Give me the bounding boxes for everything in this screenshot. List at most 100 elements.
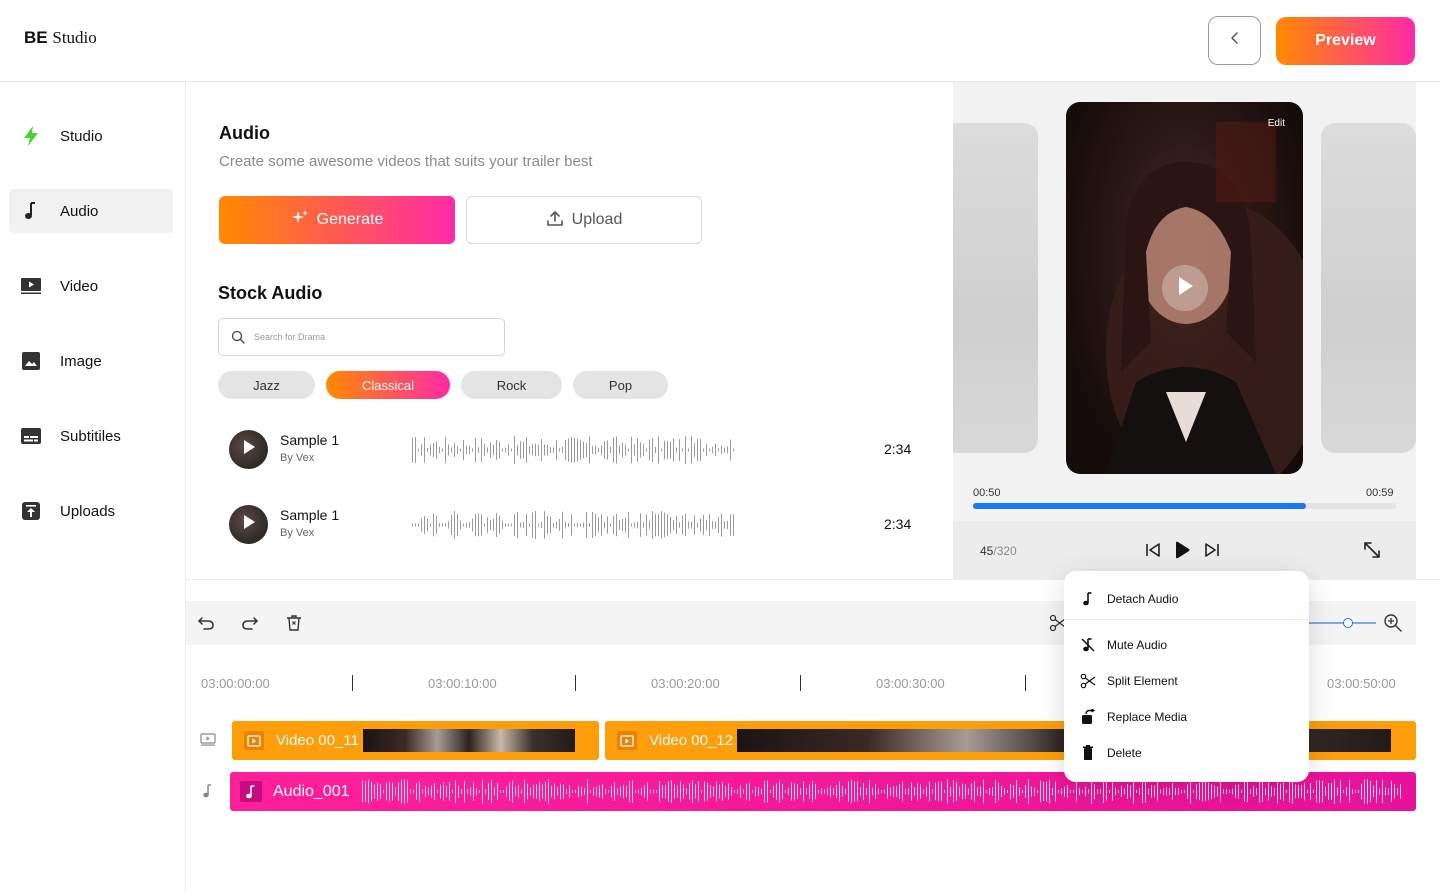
search-icon [231, 330, 245, 344]
sidebar-item-uploads[interactable]: Uploads [9, 489, 173, 533]
prev-frame-card[interactable] [953, 123, 1038, 453]
menu-item-delete[interactable]: Delete [1080, 742, 1142, 764]
ruler-tick [1025, 675, 1026, 691]
clip-label: Audio_001 [273, 783, 350, 800]
clip-label: Video 00_12 [649, 732, 733, 749]
generate-label: Generate [316, 211, 384, 228]
search-input[interactable] [254, 332, 484, 342]
menu-item-split-element[interactable]: Split Element [1080, 670, 1178, 692]
sidebar-item-studio[interactable]: Studio [9, 114, 173, 158]
preview-play-button[interactable] [1162, 265, 1208, 311]
audio-waveform [362, 779, 1401, 804]
menu-item-detach-audio[interactable]: Detach Audio [1080, 588, 1178, 610]
edit-link[interactable]: Edit [1268, 118, 1285, 129]
video-icon [19, 274, 43, 298]
playback-progress-bar[interactable] [973, 503, 1396, 509]
skip-back-icon[interactable] [1144, 541, 1162, 564]
genre-chip-pop[interactable]: Pop [573, 371, 668, 399]
ruler-tick [800, 675, 801, 691]
list-item[interactable]: Sample 1 By Vex 2:34 [229, 428, 929, 472]
video-clip[interactable]: Video 00_11 [232, 721, 599, 760]
sidebar-item-label: Image [60, 352, 102, 370]
track-play-button[interactable] [229, 430, 268, 469]
clip-thumbnail [363, 729, 575, 752]
menu-item-label: Detach Audio [1107, 592, 1179, 606]
back-button[interactable] [1208, 16, 1261, 65]
track-duration: 2:34 [884, 516, 912, 532]
music-note-icon [240, 781, 262, 802]
play-icon [1176, 276, 1194, 301]
menu-divider [1064, 619, 1309, 620]
play-icon[interactable] [1173, 541, 1191, 564]
sidebar-item-audio[interactable]: Audio [9, 189, 173, 233]
trash-icon [1080, 745, 1096, 761]
time-total: 00:59 [1366, 487, 1394, 499]
play-icon [242, 514, 256, 535]
image-icon [19, 349, 43, 373]
upload-icon [546, 209, 564, 232]
zoom-slider-handle[interactable] [1343, 618, 1353, 628]
track-play-button[interactable] [229, 505, 268, 544]
sidebar-item-label: Video [60, 277, 99, 295]
video-icon [617, 731, 637, 750]
top-header: BE Studio Preview [0, 0, 1440, 82]
track-waveform[interactable] [411, 511, 735, 539]
ruler-label: 03:00:10:00 [428, 676, 497, 691]
app-logo[interactable]: BE Studio [24, 28, 97, 48]
upload-icon [19, 499, 43, 523]
play-icon [242, 439, 256, 460]
zoom-slider-track[interactable] [1306, 622, 1376, 624]
sparkle-icon [291, 209, 309, 232]
video-track-icon [199, 731, 217, 749]
sidebar-item-video[interactable]: Video [9, 264, 173, 308]
context-menu: Detach Audio Mute Audio Split Element Re… [1064, 571, 1309, 782]
music-note-icon [19, 199, 43, 223]
track-artist: By Vex [280, 452, 315, 464]
sidebar-item-subtitles[interactable]: Subtitiles [9, 414, 173, 458]
time-current: 00:50 [973, 487, 1001, 499]
list-item[interactable]: Sample 1 By Vex 2:34 [229, 503, 929, 547]
audio-track-icon [199, 782, 217, 800]
track-name: Sample 1 [280, 507, 340, 523]
trash-icon[interactable] [282, 611, 306, 635]
track-waveform[interactable] [411, 436, 735, 464]
preview-button[interactable]: Preview [1276, 17, 1415, 65]
genre-chip-rock[interactable]: Rock [461, 371, 562, 399]
menu-item-label: Delete [1107, 746, 1142, 760]
ruler-tick [352, 675, 353, 691]
audio-panel-title: Audio [219, 123, 270, 143]
genre-chip-classical[interactable]: Classical [326, 371, 450, 399]
clip-label: Video 00_11 [276, 732, 359, 749]
upload-label: Upload [571, 211, 623, 228]
ruler-label: 03:00:30:00 [876, 676, 945, 691]
stock-audio-title: Stock Audio [218, 283, 323, 303]
redo-icon[interactable] [238, 611, 262, 635]
zoom-in-icon[interactable] [1381, 611, 1405, 635]
replace-icon [1080, 709, 1096, 725]
skip-forward-icon[interactable] [1203, 541, 1221, 564]
menu-item-replace-media[interactable]: Replace Media [1080, 706, 1187, 728]
music-note-icon [1080, 591, 1096, 607]
playback-progress-fill [973, 503, 1306, 509]
menu-item-label: Replace Media [1107, 710, 1188, 724]
fullscreen-icon[interactable] [1362, 540, 1382, 565]
sidebar-item-label: Audio [60, 202, 99, 220]
upload-button[interactable]: Upload [466, 196, 702, 244]
ruler-label: 03:00:00:00 [201, 676, 270, 691]
menu-item-label: Split Element [1107, 674, 1178, 688]
video-preview[interactable]: Edit [1066, 102, 1303, 474]
next-frame-card[interactable] [1321, 123, 1416, 453]
chevron-left-icon [1228, 31, 1242, 50]
mute-note-icon [1080, 637, 1096, 653]
video-icon [244, 731, 264, 750]
scissors-icon [1080, 673, 1096, 689]
sidebar-item-label: Studio [60, 127, 103, 145]
sidebar-item-label: Subtitiles [60, 427, 121, 445]
menu-item-label: Mute Audio [1107, 638, 1168, 652]
menu-item-mute-audio[interactable]: Mute Audio [1080, 634, 1167, 656]
search-field[interactable] [218, 318, 505, 356]
genre-chip-jazz[interactable]: Jazz [218, 371, 315, 399]
undo-icon[interactable] [194, 611, 218, 635]
sidebar-item-image[interactable]: Image [9, 339, 173, 383]
generate-button[interactable]: Generate [219, 196, 455, 244]
